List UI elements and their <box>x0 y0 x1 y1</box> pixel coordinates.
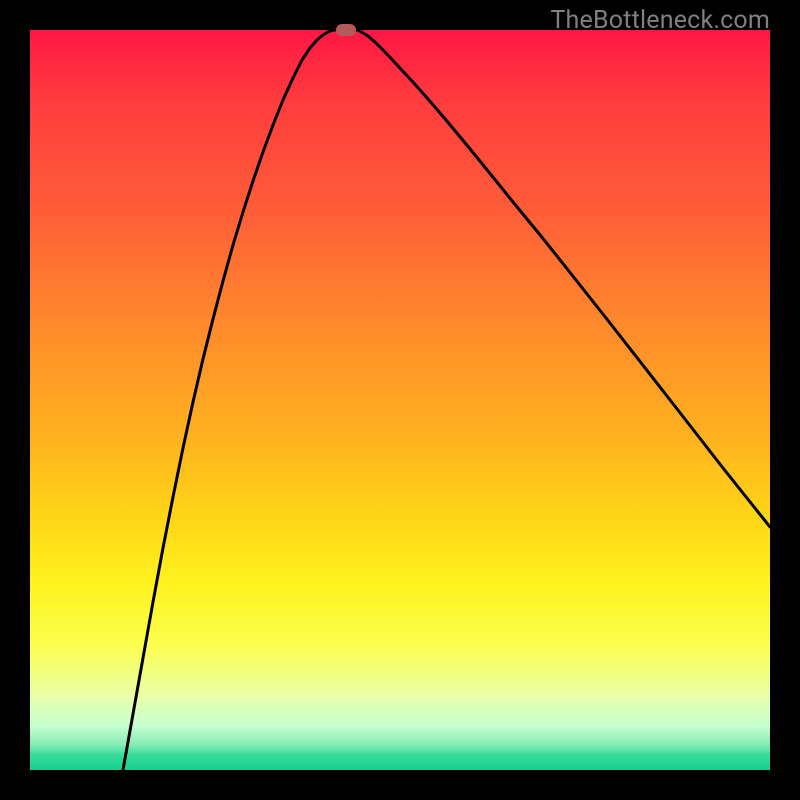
plot-area <box>30 30 770 770</box>
optimum-marker <box>336 24 356 36</box>
chart-frame: TheBottleneck.com <box>0 0 800 800</box>
bottleneck-curve <box>30 30 770 770</box>
